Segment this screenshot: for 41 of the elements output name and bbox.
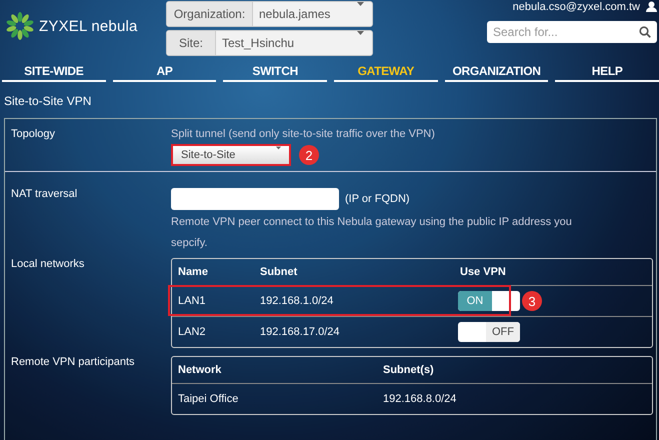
table-cell-text: LAN2 (177, 326, 207, 338)
organization-select[interactable]: Organization: nebula.james (166, 1, 373, 27)
nav-tab[interactable]: GATEWAY (334, 60, 438, 82)
topology-description: Split tunnel (send only site-to-site traffic over the VPN) (171, 128, 436, 140)
local-networks-label: Local networks (11, 258, 86, 272)
nav-tab[interactable]: SWITCH (223, 60, 328, 82)
remote-vpn-label: Remote VPN participants (11, 356, 136, 370)
table-cell-text: 192.168.1.0/24 (259, 295, 334, 307)
user-icon[interactable] (646, 1, 657, 12)
column-header: Subnet (259, 266, 298, 278)
column-header: Subnet(s) (382, 364, 435, 376)
nat-traversal-label: NAT traversal (11, 188, 78, 202)
page-title: Site-to-Site VPN (3, 93, 92, 110)
nat-unit-label: (IP or FQDN) (345, 193, 410, 205)
nav-tab[interactable]: HELP (555, 60, 659, 82)
logo-icon (6, 12, 34, 40)
column-header: Use VPN (459, 266, 507, 278)
caret-icon (357, 2, 364, 6)
topology-select[interactable]: Site-to-Site (171, 144, 291, 166)
column-header: Name (177, 266, 209, 278)
site-select[interactable]: Site: Test_Hsinchu (166, 30, 373, 56)
table-cell-text: Taipei Office (177, 393, 240, 405)
vpn-toggle[interactable]: OFF (458, 322, 520, 342)
search-icon[interactable] (639, 26, 651, 38)
nav-tab[interactable]: ORGANIZATION (444, 60, 548, 82)
callout-badge: 2 (299, 145, 319, 165)
caret-icon (276, 146, 281, 150)
brand-name: ZYXEL nebula (39, 18, 138, 34)
nav-tab[interactable]: AP (112, 60, 216, 82)
account-menu[interactable]: nebula.cso@zyxel.com.tw (512, 0, 640, 12)
search-field[interactable]: Search for... (487, 21, 657, 43)
nav-tab[interactable]: SITE-WIDE (2, 60, 106, 82)
nat-help-text: Remote VPN peer connect to this Nebula gateway using the public IP address you sepcify. (171, 215, 573, 251)
nat-traversal-field[interactable] (171, 188, 339, 210)
topology-label: Topology (11, 128, 56, 142)
table-cell-text: 192.168.17.0/24 (259, 326, 341, 338)
table-cell-text: LAN1 (177, 295, 207, 307)
callout-badge: 3 (522, 291, 542, 311)
table-cell-text: 192.168.8.0/24 (382, 393, 458, 405)
column-header: Network (177, 364, 222, 376)
caret-icon (357, 31, 364, 35)
